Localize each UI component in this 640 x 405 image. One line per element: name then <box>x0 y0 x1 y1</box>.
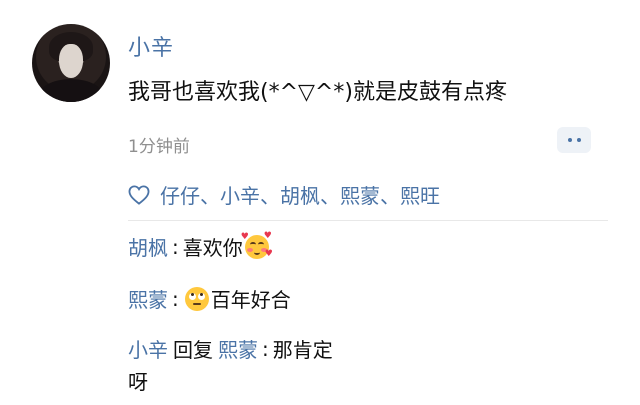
post-time: 1分钟前 <box>128 137 190 157</box>
comment-colon: : <box>172 234 179 259</box>
divider <box>128 220 608 221</box>
more-options-button[interactable] <box>557 127 591 153</box>
heart-outline-icon[interactable] <box>128 184 150 205</box>
comment-colon: : <box>262 336 269 361</box>
comment-text-continued: 呀 <box>128 370 148 394</box>
comment-item: 熙蒙 : 百年好合 <box>128 284 291 313</box>
smiling-face-with-hearts-icon: ♥ ♥ ♥ <box>240 230 273 259</box>
comment-text: 喜欢你 <box>182 236 243 260</box>
reply-to-user[interactable]: 熙蒙 <box>218 334 258 363</box>
likes-names[interactable]: 仔仔、小辛、胡枫、熙蒙、熙旺 <box>160 180 440 209</box>
comment-item: 小辛 回复 熙蒙 : 那肯定 <box>128 334 333 363</box>
avatar[interactable] <box>32 24 110 102</box>
comment-author[interactable]: 胡枫 <box>128 232 168 261</box>
comment-author[interactable]: 熙蒙 <box>128 284 168 313</box>
comment-text: 百年好合 <box>210 288 291 312</box>
comment-author[interactable]: 小辛 <box>128 334 168 363</box>
avatar-face <box>59 44 83 78</box>
face-with-rolling-eyes-icon <box>184 286 209 311</box>
more-dots-icon-dot <box>576 138 581 142</box>
post-username[interactable]: 小辛 <box>128 30 174 62</box>
likes-row: 仔仔、小辛、胡枫、熙蒙、熙旺 <box>128 180 440 209</box>
comment-colon: : <box>172 286 179 311</box>
post-text: 我哥也喜欢我(*^▽^*)就是皮鼓有点疼 <box>128 80 507 105</box>
reply-label: 回复 <box>173 338 213 362</box>
comment-text: 那肯定 <box>272 338 333 362</box>
avatar-shoulders <box>38 79 104 102</box>
comment-item: 胡枫 : 喜欢你 ♥ ♥ ♥ <box>128 230 273 261</box>
more-dots-icon <box>567 138 572 142</box>
